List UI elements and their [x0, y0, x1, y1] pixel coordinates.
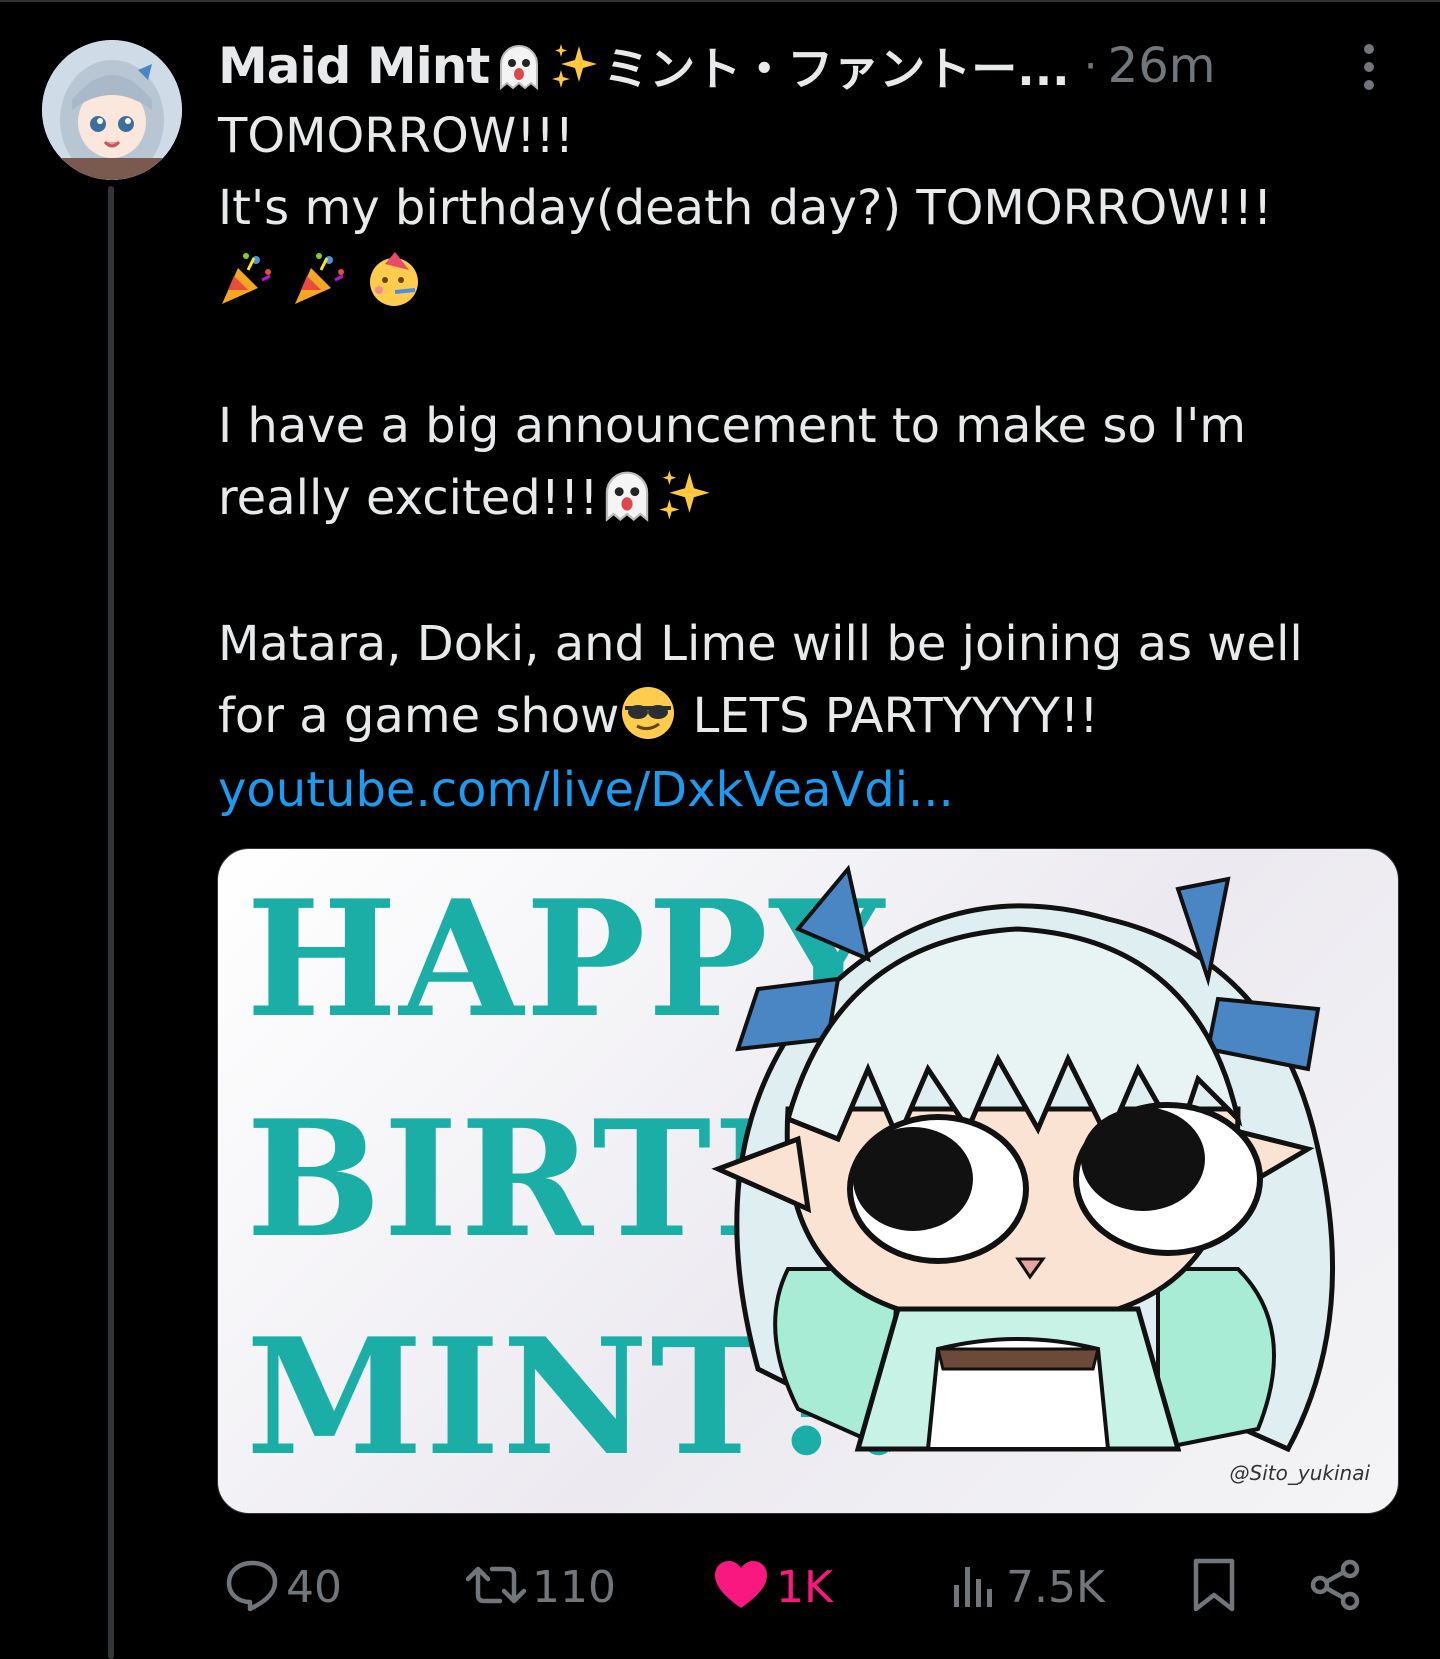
views-button[interactable]: 7.5K	[948, 1552, 1105, 1622]
thread-line	[108, 186, 114, 1659]
post-text-line-with-emoji: for a game show LETS PARTYYYY!!	[218, 680, 1368, 752]
post-text-line: TOMORROW!!!	[218, 108, 574, 164]
ghost-icon	[493, 40, 545, 92]
repost-icon	[465, 1557, 527, 1617]
post-header: Maid Mint ミント・ファントー... · 26m	[218, 36, 1378, 96]
post-media-image[interactable]: HAPPY BIRTH MINT!! @Sito_yukinai	[217, 848, 1399, 1514]
more-options-icon[interactable]	[1354, 44, 1384, 90]
author-name-jp[interactable]: ミント・ファントー...	[603, 33, 1069, 99]
author-name[interactable]: Maid Mint	[218, 37, 490, 95]
action-bar: 40 110 1K 7.5K	[0, 1552, 1440, 1622]
post-text-line-with-emoji: really excited!!!	[218, 462, 1368, 534]
repost-count: 110	[532, 1561, 616, 1613]
sparkles-icon	[549, 40, 601, 92]
post-time[interactable]: 26m	[1108, 38, 1216, 94]
artist-watermark: @Sito_yukinai	[1229, 1461, 1370, 1485]
party-popper-icon	[218, 250, 276, 308]
post-text-line: I have a big announcement to make so I'm	[218, 398, 1247, 454]
sparkles-icon	[656, 466, 714, 524]
post-text-line: LETS PARTYYYY!!	[677, 688, 1099, 744]
reply-count: 40	[286, 1561, 342, 1613]
bookmark-icon	[1190, 1557, 1238, 1617]
post-text-line: Matara, Doki, and Lime will be joining a…	[218, 616, 1303, 672]
youtube-link[interactable]: youtube.com/live/DxkVeaVdi...	[218, 754, 1368, 826]
sunglasses-face-icon	[619, 684, 677, 742]
partying-face-icon	[365, 250, 423, 308]
chibi-character-illustration	[711, 864, 1335, 1453]
repost-button[interactable]: 110	[465, 1552, 616, 1622]
share-button[interactable]	[1308, 1552, 1364, 1622]
share-icon	[1308, 1557, 1364, 1617]
post-text-line: really excited!!!	[218, 470, 599, 526]
bookmark-button[interactable]	[1190, 1552, 1238, 1622]
like-count: 1K	[776, 1561, 833, 1613]
ghost-icon	[598, 466, 656, 524]
post-text-line: for a game show	[218, 688, 620, 744]
like-button[interactable]: 1K	[712, 1552, 833, 1622]
avatar[interactable]	[42, 40, 182, 180]
avatar-image	[42, 40, 182, 180]
reply-icon	[224, 1557, 280, 1617]
post-text-line: It's my birthday(death day?) TOMORROW!!!	[218, 180, 1273, 236]
party-popper-icon	[291, 250, 349, 308]
reply-button[interactable]: 40	[224, 1552, 342, 1622]
views-count: 7.5K	[1006, 1561, 1105, 1613]
heart-icon	[712, 1558, 770, 1616]
top-divider	[0, 0, 1440, 2]
emoji-row	[218, 246, 1368, 318]
separator: ·	[1083, 40, 1098, 92]
views-chart-icon	[948, 1559, 1000, 1615]
